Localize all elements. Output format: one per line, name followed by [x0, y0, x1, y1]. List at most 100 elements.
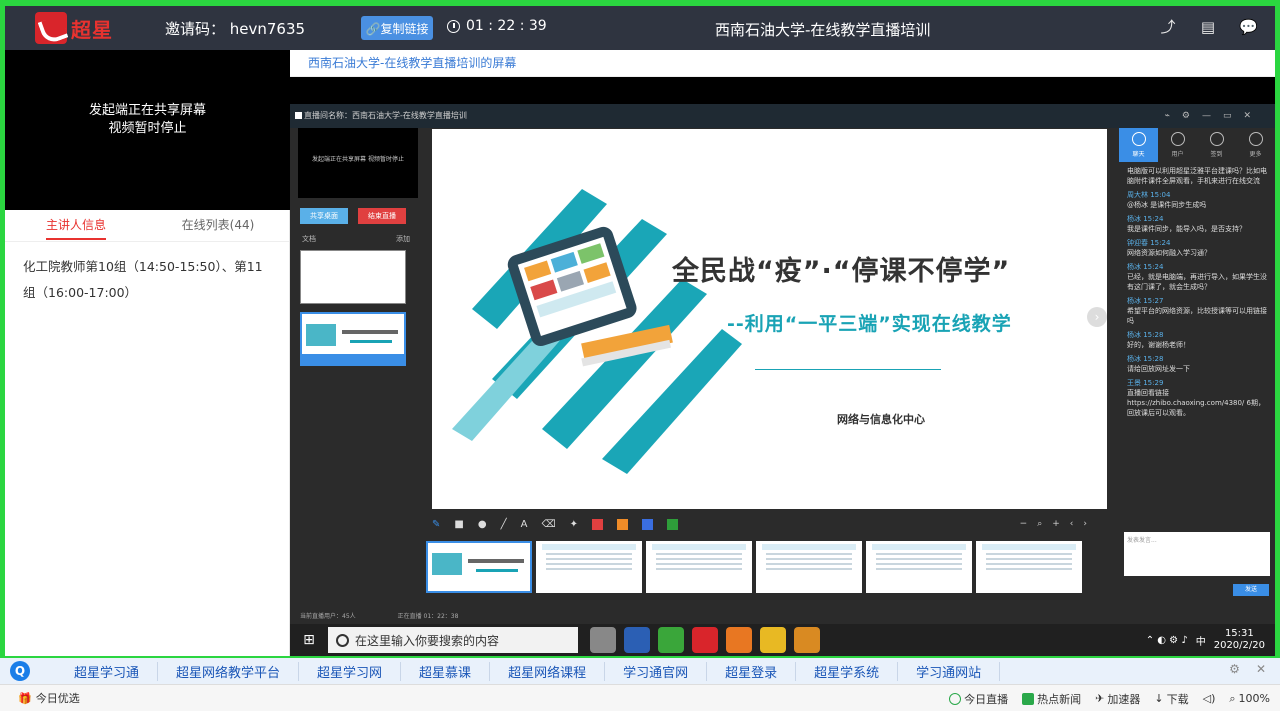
top-bar: 超星 邀请码： hevn7635 🔗复制链接 01 : 22 : 39 西南石油… [5, 6, 1275, 50]
taskbar-search-text: 在这里输入你要搜索的内容 [355, 633, 500, 648]
hot-news-label: 热点新闻 [1037, 692, 1082, 706]
bookmark-link[interactable]: 超星网络教学平台 [158, 661, 300, 681]
system-tray: ⌃ ◐ ⚙ ♪ 中 15:31 2020/2/20 [1146, 624, 1265, 656]
top-actions: ⤴ ▤ 💬 [1159, 18, 1257, 36]
tab-online-list[interactable]: 在线列表(44) [147, 210, 289, 241]
tray-clock[interactable]: 15:31 2020/2/20 [1214, 628, 1265, 652]
online-users: 当前直播用户：45人 [300, 613, 356, 620]
share-title: 西南石油大学-在线教学直播培训的屏幕 [290, 50, 1275, 77]
window-controls: ⌁⚙—▭✕ [1164, 111, 1263, 121]
zoom-icon: ⌕ [1229, 691, 1236, 705]
tab-signin-label: 签到 [1210, 151, 1223, 158]
taskbar-apps [590, 627, 820, 653]
strip-slide[interactable] [426, 541, 532, 593]
chaoxing-icon[interactable] [692, 627, 718, 653]
app-icon[interactable] [658, 627, 684, 653]
tab-chat[interactable]: 聊天 [1119, 128, 1158, 162]
status-actions: 今日直播 热点新闻 ✈ 加速器 ↓ 下载 ◁) ⌕ 100% [949, 685, 1270, 712]
share-icon[interactable]: ⤴ [1159, 18, 1177, 36]
news-icon [1022, 692, 1035, 705]
tab-host-info[interactable]: 主讲人信息 [5, 210, 147, 241]
document-icon[interactable]: ▤ [1199, 18, 1217, 36]
app-icon[interactable] [794, 627, 820, 653]
browser-search-icon[interactable]: Q [10, 661, 30, 681]
app-square-icon [295, 112, 302, 119]
doc-thumb-blank[interactable] [300, 250, 406, 304]
strip-slide[interactable] [866, 541, 972, 593]
eraser-icon[interactable]: ⌫ [541, 519, 555, 530]
folder-icon[interactable] [760, 627, 786, 653]
clear-icon[interactable]: ✦ [570, 519, 578, 530]
rect-icon[interactable]: ■ [454, 519, 463, 530]
shared-app-title: 直播间名称：西南石油大学-在线教学直播培训 [304, 111, 467, 120]
close-icon[interactable]: ✕ [1256, 662, 1266, 676]
download[interactable]: ↓ 下载 [1154, 691, 1188, 707]
live-duration: 正在直播 01：22：38 [397, 613, 459, 620]
color-red[interactable] [591, 518, 603, 530]
today-live[interactable]: 今日直播 [949, 691, 1008, 707]
next-slide-icon[interactable]: › [1087, 307, 1107, 327]
bookmark-link[interactable]: 超星学系统 [796, 661, 899, 681]
strip-slide[interactable] [646, 541, 752, 593]
chat-icon[interactable]: 💬 [1239, 18, 1258, 36]
strip-slide[interactable] [976, 541, 1082, 593]
sound-icon[interactable]: ◁) [1203, 692, 1216, 705]
tab-more[interactable]: 更多 [1236, 128, 1275, 162]
zoom-controls[interactable]: −⌕+‹› [1020, 511, 1097, 537]
pen-icon[interactable]: ✎ [432, 519, 440, 530]
strip-slide[interactable] [536, 541, 642, 593]
bookmark-link[interactable]: 超星登录 [707, 661, 797, 681]
send-button[interactable]: 发送 [1233, 584, 1269, 596]
hot-news[interactable]: 热点新闻 [1022, 691, 1081, 707]
today-picks[interactable]: 🎁 今日优选 [18, 690, 80, 706]
doc-thumb-selected[interactable] [300, 312, 406, 366]
logo: 超星 [35, 11, 121, 45]
tab-signin[interactable]: 签到 [1197, 128, 1236, 162]
chat-message: 电脑版可以利用超星泛雅平台建课吗？比如电脑附件课件全屏观看，手机来进行在线交流 [1127, 167, 1267, 185]
copy-link-button[interactable]: 🔗复制链接 [361, 16, 433, 40]
chat-message: @杨冰 是课件同步生成吗 [1127, 201, 1207, 209]
end-live-button[interactable]: 结束直播 [358, 208, 406, 224]
tray-icons[interactable]: ⌃ ◐ ⚙ ♪ [1146, 635, 1188, 646]
play-icon [949, 692, 962, 705]
text-icon[interactable]: A [521, 519, 528, 530]
add-label[interactable]: 添加 [396, 234, 410, 244]
settings-icon[interactable]: ⚙ [1229, 662, 1240, 676]
word-icon[interactable] [624, 627, 650, 653]
color-orange[interactable] [616, 518, 628, 530]
zoom-level[interactable]: ⌕ 100% [1229, 692, 1270, 706]
bookmark-link[interactable]: 超星网络课程 [490, 661, 606, 681]
chat-tabs: 聊天 用户 签到 更多 [1119, 128, 1275, 162]
video-status-line1: 发起端正在共享屏幕 [88, 103, 206, 118]
app-icon[interactable] [590, 627, 616, 653]
strip-slide[interactable] [756, 541, 862, 593]
bookmark-link[interactable]: 学习通官网 [605, 661, 708, 681]
bookmark-link[interactable]: 超星学习通 [56, 661, 159, 681]
bookmark-link[interactable]: 学习通网站 [898, 661, 1001, 681]
chat-sender: 王景 15:29 [1127, 379, 1164, 387]
chat-message: 我是课件同步，能导入吗，是否支持？ [1127, 225, 1246, 233]
share-desktop-button[interactable]: 共享桌面 [300, 208, 348, 224]
bookmark-links: 超星学习通 超星网络教学平台 超星学习网 超星慕课 超星网络课程 学习通官网 超星登录 超星学… [56, 661, 1001, 681]
accelerator-label: 加速器 [1107, 692, 1141, 706]
color-green[interactable] [666, 518, 678, 530]
windows-start-icon[interactable]: ⊞ [290, 632, 328, 648]
circle-icon[interactable]: ● [478, 519, 487, 530]
chat-input[interactable]: 发表发言... [1124, 532, 1270, 576]
bookmark-link[interactable]: 超星学习网 [299, 661, 402, 681]
taskbar-search[interactable]: 在这里输入你要搜索的内容 [328, 627, 578, 653]
firefox-icon[interactable] [726, 627, 752, 653]
tab-chat-label: 聊天 [1132, 151, 1145, 158]
color-blue[interactable] [641, 518, 653, 530]
video-status-line2: 视频暂时停止 [108, 121, 187, 136]
bookmark-link[interactable]: 超星慕课 [401, 661, 491, 681]
chat-panel: 聊天 用户 签到 更多 电脑版可以利用超星泛雅平台建课吗？比如电脑附件课件全屏观… [1119, 128, 1275, 624]
accelerator[interactable]: ✈ 加速器 [1095, 691, 1140, 707]
tab-users[interactable]: 用户 [1158, 128, 1197, 162]
chat-message: 请给回放网址发一下 [1127, 365, 1190, 373]
line-icon[interactable]: ╱ [501, 519, 507, 530]
slide-subtitle: --利用“一平三端”实现在线教学 [727, 313, 1012, 335]
search-icon [336, 633, 349, 647]
input-language[interactable]: 中 [1196, 633, 1206, 648]
tray-date: 2020/2/20 [1213, 640, 1265, 651]
